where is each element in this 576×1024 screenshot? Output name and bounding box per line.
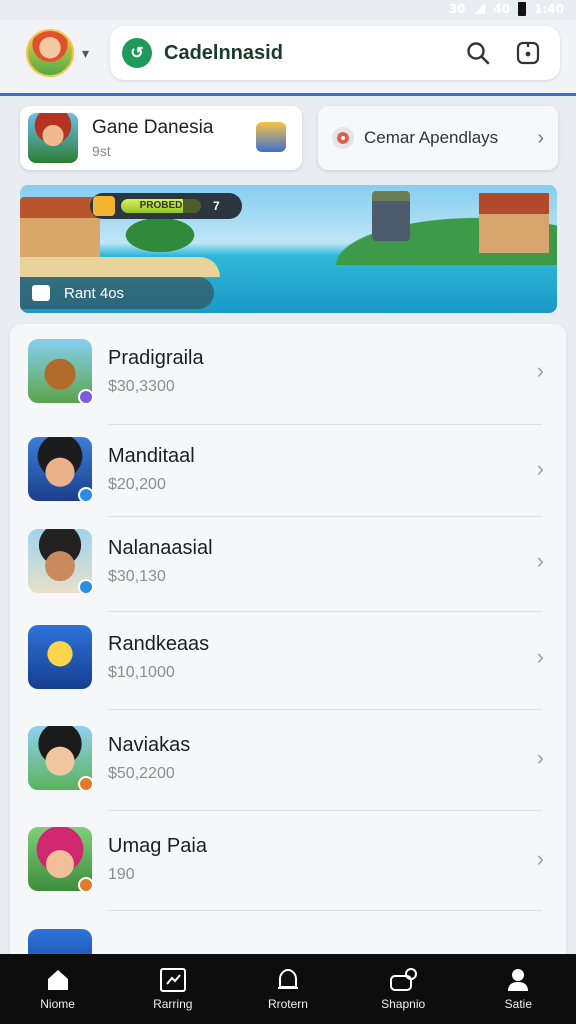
reward-badge-icon bbox=[256, 122, 286, 152]
status-right-text: 40 bbox=[493, 2, 511, 16]
featured-game-subtitle: 9st bbox=[92, 143, 111, 159]
nav-label: Shapnio bbox=[381, 997, 426, 1011]
avatar[interactable] bbox=[26, 29, 74, 77]
list-item[interactable]: Manditaal $20,200 › bbox=[10, 422, 566, 516]
item-name: Pradigraila bbox=[108, 346, 204, 369]
status-bar: 30 40 1:40 bbox=[0, 0, 576, 18]
game-list: Pradigraila $30,3300 › Manditaal $20,200… bbox=[10, 324, 566, 964]
ranking-icon bbox=[159, 968, 186, 992]
nav-notifications[interactable]: Rrotern bbox=[238, 967, 338, 1011]
profile-icon bbox=[508, 969, 529, 991]
progress-track: PROBED bbox=[121, 199, 201, 213]
list-item[interactable]: Naviakas $50,2200 › bbox=[10, 711, 566, 805]
game-icon bbox=[28, 339, 94, 405]
profile-switcher[interactable]: ▾ bbox=[26, 29, 89, 77]
home-icon bbox=[47, 970, 68, 990]
battery-icon bbox=[518, 2, 527, 16]
status-time: 1:40 bbox=[534, 2, 564, 16]
chevron-right-icon: › bbox=[536, 745, 544, 770]
nav-profile[interactable]: Satie bbox=[468, 967, 568, 1011]
featured-row: Gane Danesia 9st Cemar Apendlays › bbox=[20, 106, 558, 170]
level-progress: PROBED 7 bbox=[90, 193, 242, 219]
nav-ranking[interactable]: Rarring bbox=[123, 967, 223, 1011]
list-item[interactable]: Nalanaasial $30,130 › bbox=[10, 514, 566, 608]
chevron-down-icon[interactable]: ▾ bbox=[82, 45, 89, 62]
item-badge-icon bbox=[78, 579, 94, 595]
item-price: $20,200 bbox=[108, 475, 166, 493]
item-price: $30,130 bbox=[108, 567, 166, 585]
progress-text: PROBED bbox=[139, 200, 183, 211]
chevron-right-icon: › bbox=[536, 548, 544, 573]
divider bbox=[108, 810, 542, 811]
trophy-icon bbox=[93, 196, 115, 216]
featured-game-title: Gane Danesia bbox=[92, 117, 214, 138]
signal-icon bbox=[473, 4, 486, 14]
item-badge-icon bbox=[78, 877, 94, 893]
chevron-right-icon: › bbox=[536, 358, 544, 383]
nav-label: Rarring bbox=[153, 997, 193, 1011]
item-price: $10,1000 bbox=[108, 663, 175, 681]
notification-square-icon[interactable] bbox=[508, 33, 548, 73]
banner-chip-label: Rant 4os bbox=[64, 284, 125, 302]
item-name: Manditaal bbox=[108, 444, 195, 467]
search-bar[interactable]: ↺ Cadelnnasid bbox=[110, 26, 560, 80]
banner-beach bbox=[20, 257, 220, 277]
list-item[interactable]: Umag Paia 190 › bbox=[10, 812, 566, 906]
bottom-nav: Niome Rarring Rrotern Shapnio Satie bbox=[0, 954, 576, 1024]
divider bbox=[108, 910, 542, 911]
chat-icon bbox=[32, 285, 50, 301]
progress-number: 7 bbox=[213, 199, 220, 213]
bell-icon bbox=[277, 968, 298, 989]
brand-name: Cadelnnasid bbox=[164, 41, 283, 64]
game-thumbnail bbox=[28, 113, 78, 163]
search-icon[interactable] bbox=[458, 33, 498, 73]
chevron-right-icon: › bbox=[536, 456, 544, 481]
promo-banner[interactable]: PROBED 7 Rant 4os bbox=[20, 185, 557, 313]
top-bar: ▾ ↺ Cadelnnasid bbox=[0, 20, 576, 96]
game-icon bbox=[28, 827, 94, 893]
item-badge-icon bbox=[78, 487, 94, 503]
nav-label: Satie bbox=[504, 997, 533, 1011]
chevron-right-icon: › bbox=[537, 126, 544, 149]
item-price: $50,2200 bbox=[108, 764, 175, 782]
list-item[interactable]: Randkeaas $10,1000 › bbox=[10, 610, 566, 704]
item-name: Naviakas bbox=[108, 733, 191, 756]
item-name: Umag Paia bbox=[108, 834, 207, 857]
item-name: Nalanaasial bbox=[108, 536, 213, 559]
nav-label: Niome bbox=[40, 997, 75, 1011]
list-item[interactable]: Pradigraila $30,3300 › bbox=[10, 324, 566, 418]
banner-chip[interactable]: Rant 4os bbox=[20, 277, 214, 309]
game-icon bbox=[28, 726, 94, 792]
game-icon bbox=[28, 625, 92, 689]
nav-home[interactable]: Niome bbox=[8, 967, 108, 1011]
item-badge-icon bbox=[78, 776, 94, 792]
nav-shop[interactable]: Shapnio bbox=[353, 967, 453, 1011]
brand-logo-icon: ↺ bbox=[122, 38, 152, 68]
chevron-right-icon: › bbox=[536, 644, 544, 669]
status-left-text: 30 bbox=[448, 2, 466, 16]
item-price: $30,3300 bbox=[108, 377, 175, 395]
item-name: Randkeaas bbox=[108, 632, 210, 655]
item-price: 190 bbox=[108, 865, 135, 883]
divider bbox=[108, 709, 542, 710]
banner-hut-right bbox=[479, 193, 549, 253]
banner-tower bbox=[372, 191, 410, 241]
shop-icon bbox=[390, 968, 418, 991]
chevron-right-icon: › bbox=[536, 846, 544, 871]
game-icon bbox=[28, 437, 94, 503]
record-icon bbox=[332, 127, 354, 149]
featured-game-card[interactable]: Gane Danesia 9st bbox=[20, 106, 302, 170]
applications-card[interactable]: Cemar Apendlays › bbox=[318, 106, 558, 170]
game-icon bbox=[28, 529, 94, 595]
applications-card-title: Cemar Apendlays bbox=[364, 128, 499, 147]
item-badge-icon bbox=[78, 389, 94, 405]
banner-palms bbox=[120, 215, 200, 255]
nav-label: Rrotern bbox=[267, 997, 308, 1011]
